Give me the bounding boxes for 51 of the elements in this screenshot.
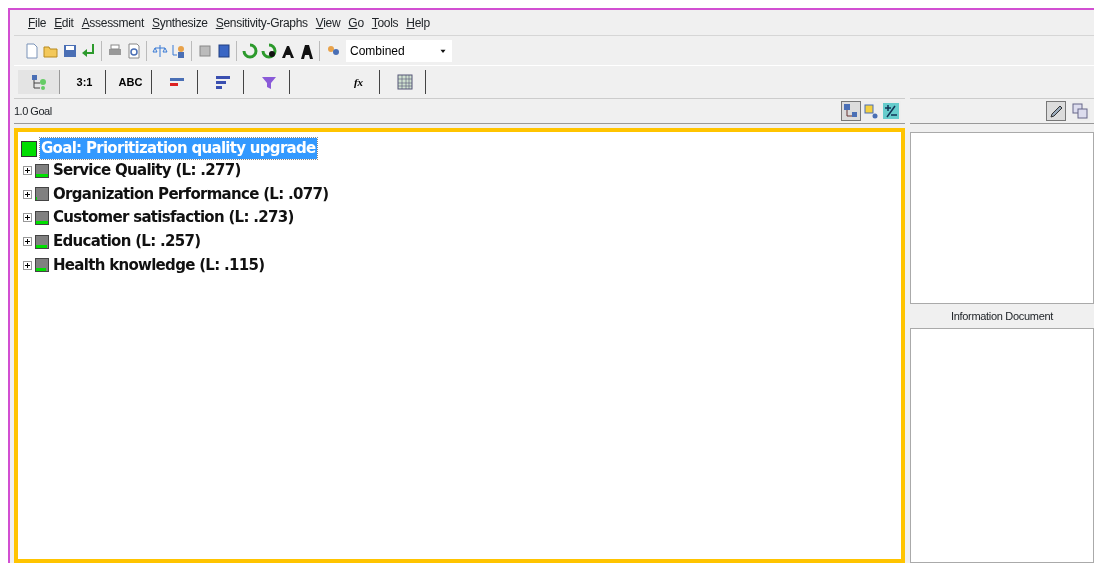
tree-icon bbox=[30, 74, 47, 90]
view-tab[interactable]: fx bbox=[338, 70, 380, 94]
goal-node-icon bbox=[21, 140, 37, 157]
view-toggle-button[interactable] bbox=[841, 101, 861, 121]
menu-item[interactable]: Tools bbox=[367, 9, 403, 36]
tree-node[interactable]: Health knowledge (L: .115) bbox=[52, 254, 266, 276]
expand-icon[interactable] bbox=[23, 213, 32, 223]
menu-item[interactable]: Synthesize bbox=[148, 9, 212, 36]
menu-item[interactable]: Edit bbox=[50, 9, 78, 36]
expand-icon[interactable] bbox=[23, 237, 32, 247]
new-file-icon bbox=[23, 42, 40, 59]
tree-node[interactable]: Organization Performance (L: .077) bbox=[52, 183, 330, 205]
expand-icon[interactable] bbox=[23, 166, 32, 176]
recycle-icon bbox=[241, 42, 258, 59]
bar-chart-icon bbox=[214, 74, 231, 90]
windows-icon bbox=[1072, 103, 1088, 119]
recycle-icon bbox=[260, 42, 277, 59]
person-tree-icon bbox=[170, 42, 187, 59]
tree-icon bbox=[843, 103, 859, 119]
view-toggle-button[interactable] bbox=[861, 101, 881, 121]
view-toggle-button[interactable] bbox=[881, 101, 901, 121]
arrow-icon bbox=[80, 42, 97, 59]
grid-icon bbox=[396, 74, 413, 90]
menu-item[interactable]: Help bbox=[402, 9, 434, 36]
font-smaller-icon bbox=[298, 42, 315, 59]
view-tab[interactable] bbox=[18, 70, 60, 94]
menu-item[interactable]: File bbox=[24, 9, 51, 36]
view-tab[interactable]: ABC bbox=[110, 70, 152, 94]
square-icon bbox=[196, 42, 213, 59]
save-icon bbox=[61, 42, 78, 59]
menu-item[interactable]: View bbox=[311, 9, 345, 36]
panel-title: 1.0 Goal bbox=[14, 103, 52, 119]
plus-minus-icon bbox=[883, 103, 899, 119]
balance-icon bbox=[151, 42, 168, 59]
tree-node[interactable]: Education (L: .257) bbox=[52, 231, 202, 253]
view-tab[interactable]: 3:1 bbox=[64, 70, 106, 94]
side-tool-button[interactable] bbox=[1046, 101, 1066, 121]
pen-icon bbox=[1048, 103, 1064, 119]
document-title: Information Document bbox=[949, 309, 1055, 324]
menu-item[interactable]: Go bbox=[344, 9, 368, 36]
tree-node[interactable]: Customer satisfaction (L: .273) bbox=[52, 207, 295, 229]
menu-item[interactable]: Assessment bbox=[77, 9, 148, 36]
menu-item[interactable]: Sensitivity-Graphs bbox=[211, 9, 312, 36]
tree-node[interactable]: Service Quality (L: .277) bbox=[52, 160, 242, 182]
print-preview-icon bbox=[125, 42, 142, 59]
mode-dropdown[interactable]: Combined bbox=[346, 39, 452, 62]
book-icon bbox=[215, 42, 232, 59]
expand-icon[interactable] bbox=[23, 260, 32, 270]
expand-icon[interactable] bbox=[23, 189, 32, 199]
node-icon bbox=[863, 103, 879, 119]
funnel-icon bbox=[260, 74, 277, 90]
